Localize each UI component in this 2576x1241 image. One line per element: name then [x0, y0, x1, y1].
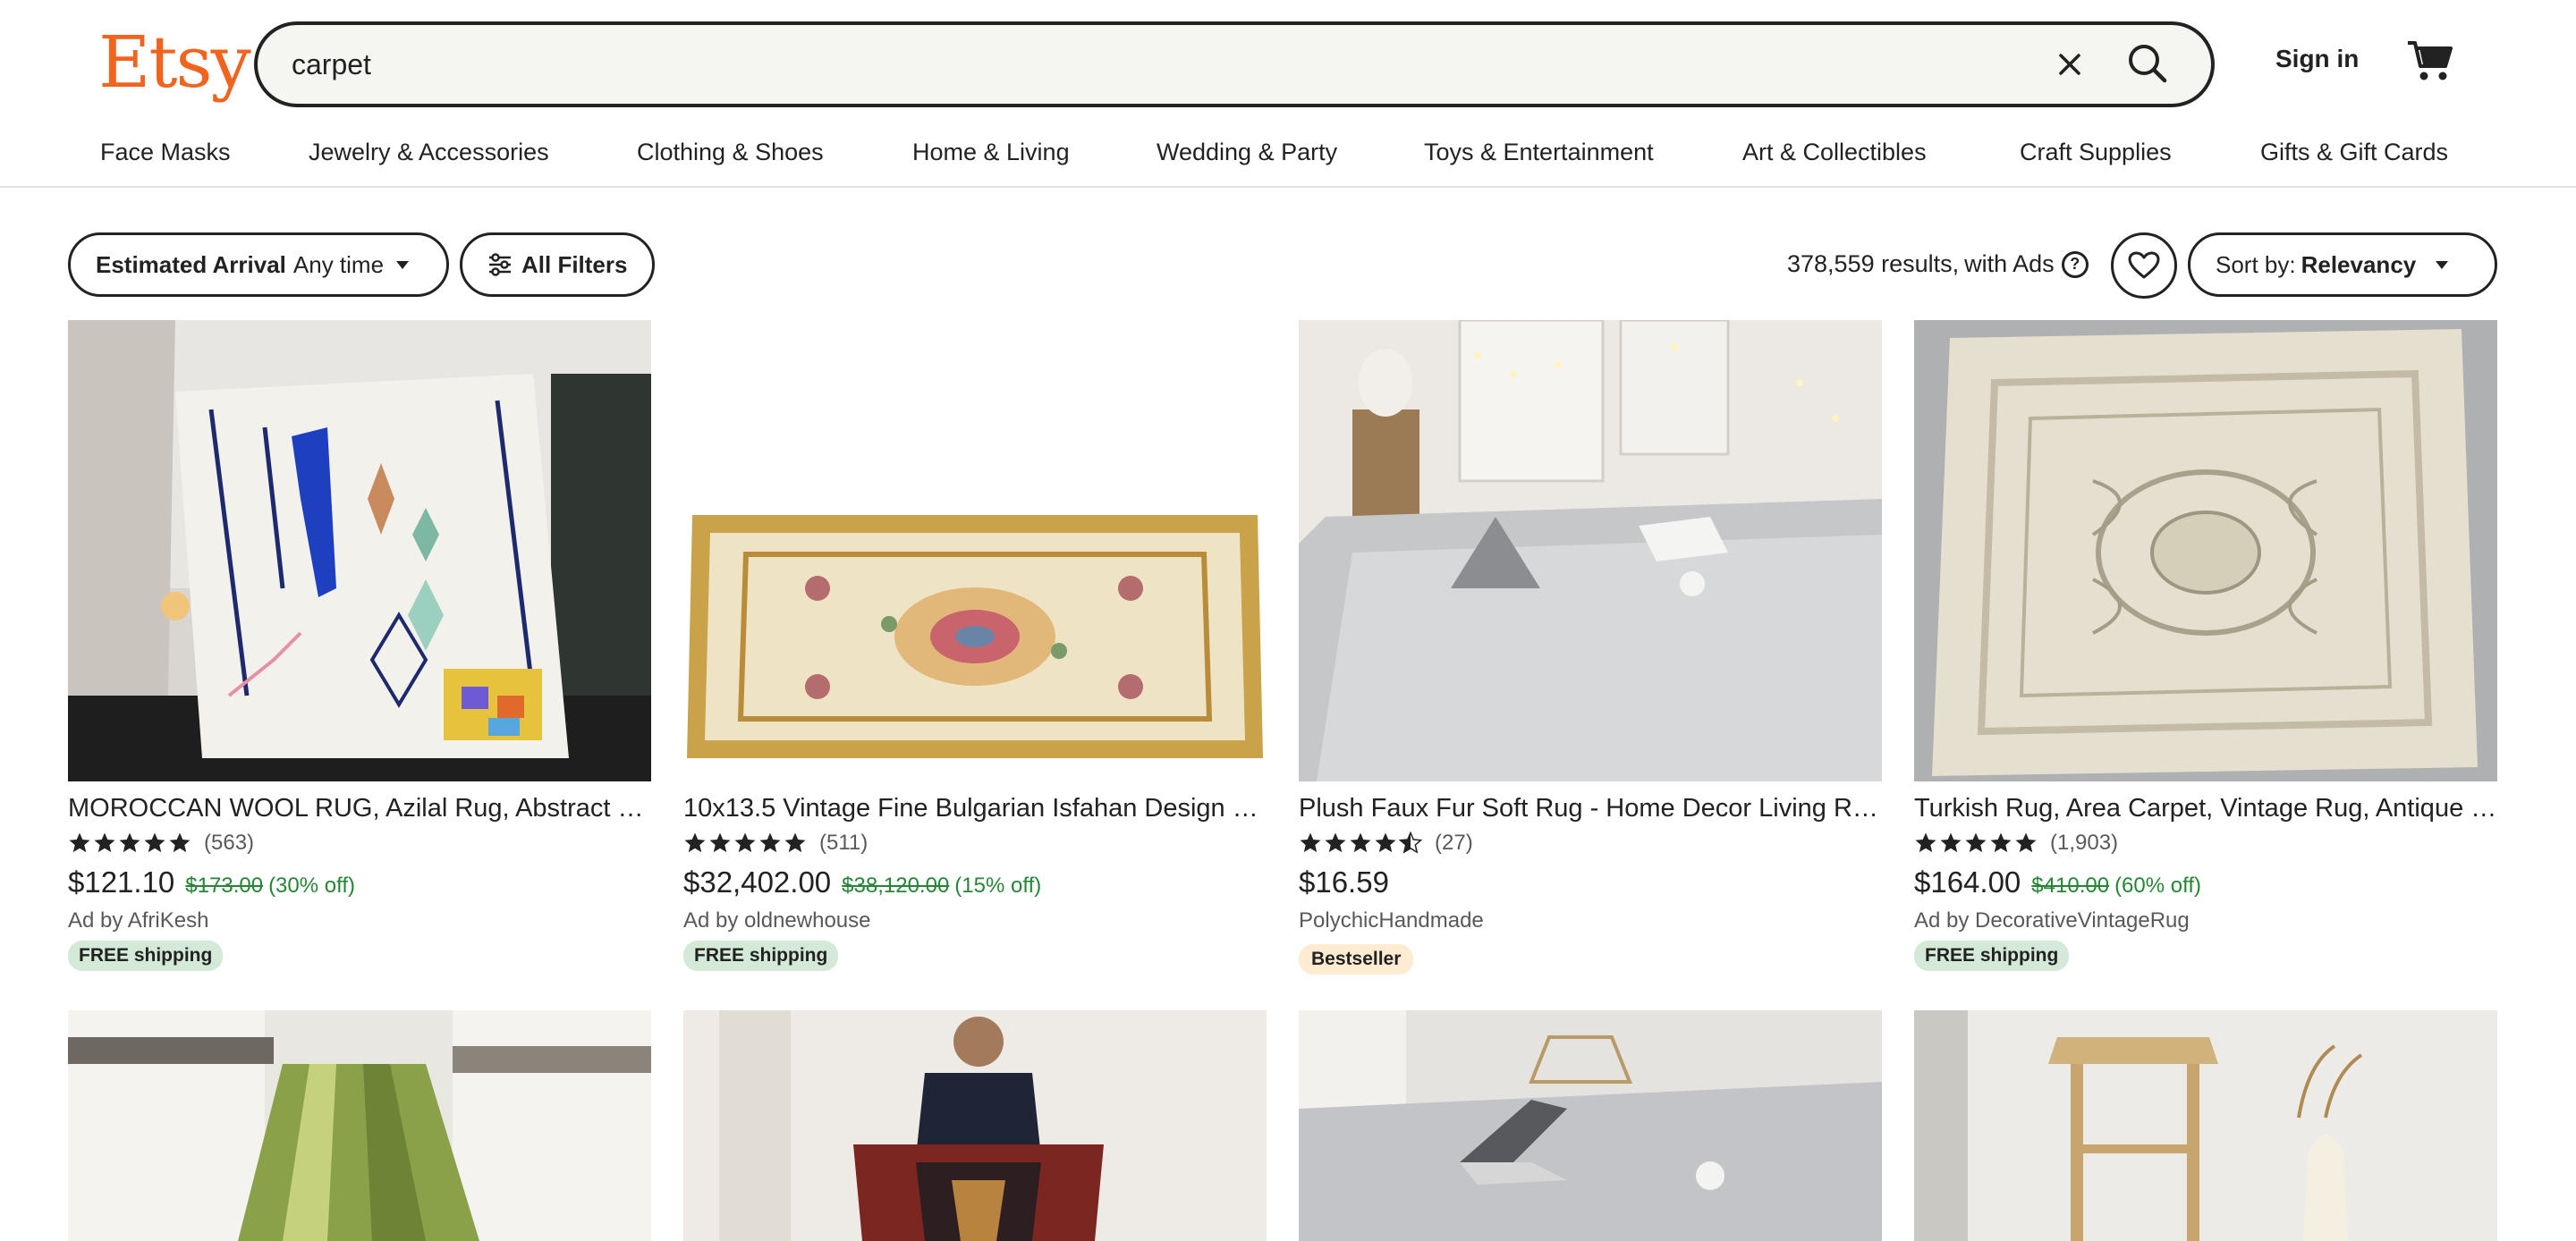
listing-card[interactable]: Turkish Rug, Area Carpet, Vintage Rug, A… [1914, 320, 2497, 971]
listing-title[interactable]: Plush Faux Fur Soft Rug - Home Decor Liv… [1299, 792, 1882, 824]
listing-image[interactable] [1914, 1010, 2497, 1241]
free-shipping-badge: FREE shipping [683, 941, 839, 971]
review-count: (511) [819, 831, 869, 855]
star-rating-icon [683, 832, 809, 855]
cart-icon[interactable] [2406, 38, 2456, 84]
listing-image[interactable] [1299, 1010, 1882, 1241]
nav-face-masks[interactable]: Face Masks [100, 134, 231, 170]
sort-dropdown[interactable]: Sort by: Relevancy [2188, 232, 2497, 297]
price: $32,402.00 [683, 865, 832, 899]
shop-name[interactable]: Ad by DecorativeVintageRug [1914, 908, 2497, 933]
all-filters-label: All Filters [521, 250, 628, 278]
rating: (511) [683, 830, 1267, 857]
estimated-arrival-dropdown[interactable]: Estimated Arrival Any time [68, 232, 449, 297]
listing-title[interactable]: Turkish Rug, Area Carpet, Vintage Rug, A… [1914, 792, 2497, 824]
etsy-logo[interactable]: Etsy [98, 18, 251, 107]
listing-card[interactable]: Plush Faux Fur Soft Rug - Home Decor Liv… [1299, 320, 1882, 975]
nav-toys-entertainment[interactable]: Toys & Entertainment [1424, 134, 1654, 170]
listing-title[interactable]: 10x13.5 Vintage Fine Bulgarian Isfahan D… [683, 792, 1267, 824]
price-row: $121.10 $173.00 (30% off) [68, 865, 651, 899]
arrival-value: Any time [292, 250, 385, 278]
sign-in-link[interactable]: Sign in [2275, 45, 2359, 73]
sort-label: Sort by: [2216, 250, 2296, 278]
nav-clothing-shoes[interactable]: Clothing & Shoes [637, 134, 824, 170]
listing-image[interactable] [1299, 320, 1882, 781]
close-icon[interactable] [2046, 41, 2093, 88]
review-count: (563) [204, 831, 255, 855]
results-count: 378,559 results, with Ads ? [1787, 250, 2089, 278]
save-search-heart-button[interactable] [2111, 232, 2177, 299]
free-shipping-badge: FREE shipping [68, 941, 224, 971]
rating: (563) [68, 830, 651, 857]
discount: (30% off) [268, 874, 355, 898]
discount: (15% off) [954, 874, 1042, 898]
review-count: (1,903) [2050, 831, 2119, 855]
star-rating-icon [1299, 832, 1424, 855]
star-rating-icon [68, 832, 193, 855]
listing-image[interactable] [68, 1010, 651, 1241]
free-shipping-badge: FREE shipping [1914, 941, 2070, 971]
listing-title[interactable]: MOROCCAN WOOL RUG, Azilal Rug, Abstract … [68, 792, 651, 824]
price: $121.10 [68, 865, 175, 899]
help-icon[interactable]: ? [2061, 250, 2089, 278]
search-bar [254, 21, 2215, 107]
sort-value: Relevancy [2301, 250, 2417, 278]
caret-down-icon [396, 260, 410, 269]
listing-card[interactable]: MOROCCAN WOOL RUG, Azilal Rug, Abstract … [68, 320, 651, 971]
rating: (27) [1299, 830, 1882, 857]
price: $16.59 [1299, 865, 1389, 899]
arrival-label: Estimated Arrival [96, 250, 286, 278]
nav-wedding-party[interactable]: Wedding & Party [1157, 134, 1337, 170]
star-rating-icon [1914, 832, 2039, 855]
listing-card[interactable] [1914, 1010, 2497, 1241]
listing-image[interactable] [683, 320, 1267, 781]
shop-name[interactable]: Ad by AfriKesh [68, 908, 651, 933]
heart-icon [2128, 251, 2160, 279]
listing-image[interactable] [68, 320, 651, 781]
original-price: $410.00 [2031, 874, 2110, 898]
nav-home-living[interactable]: Home & Living [912, 134, 1070, 170]
nav-art-collectibles[interactable]: Art & Collectibles [1742, 134, 1927, 170]
filter-sliders-icon [487, 253, 513, 276]
bestseller-badge: Bestseller [1299, 944, 1414, 975]
rating: (1,903) [1914, 830, 2497, 857]
price: $164.00 [1914, 865, 2021, 899]
price-row: $164.00 $410.00 (60% off) [1914, 865, 2497, 899]
caret-down-icon [2436, 260, 2449, 269]
search-input[interactable] [292, 25, 1991, 104]
nav-craft-supplies[interactable]: Craft Supplies [2020, 134, 2172, 170]
listing-card[interactable]: 10x13.5 Vintage Fine Bulgarian Isfahan D… [683, 320, 1267, 971]
listing-image[interactable] [1914, 320, 2497, 781]
listing-image[interactable] [683, 1010, 1267, 1241]
nav-jewelry-accessories[interactable]: Jewelry & Accessories [309, 134, 549, 170]
original-price: $173.00 [185, 874, 264, 898]
all-filters-button[interactable]: All Filters [460, 232, 655, 297]
site-header: Etsy Sign in Face Masks Jewelry & Access… [0, 0, 2576, 188]
price-row: $32,402.00 $38,120.00 (15% off) [683, 865, 1267, 899]
listing-card[interactable] [1299, 1010, 1882, 1241]
search-icon[interactable] [2122, 38, 2175, 91]
nav-gifts-gift-cards[interactable]: Gifts & Gift Cards [2260, 134, 2448, 170]
ads-text: with Ads [1964, 250, 2055, 277]
shop-name[interactable]: Ad by oldnewhouse [683, 908, 1267, 933]
listing-card[interactable] [68, 1010, 651, 1241]
review-count: (27) [1435, 831, 1473, 855]
discount: (60% off) [2114, 874, 2201, 898]
shop-name[interactable]: PolychicHandmade [1299, 908, 1882, 933]
original-price: $38,120.00 [842, 874, 950, 898]
price-row: $16.59 [1299, 865, 1882, 899]
results-text: 378,559 results, [1787, 250, 1960, 277]
listing-card[interactable] [683, 1010, 1267, 1241]
